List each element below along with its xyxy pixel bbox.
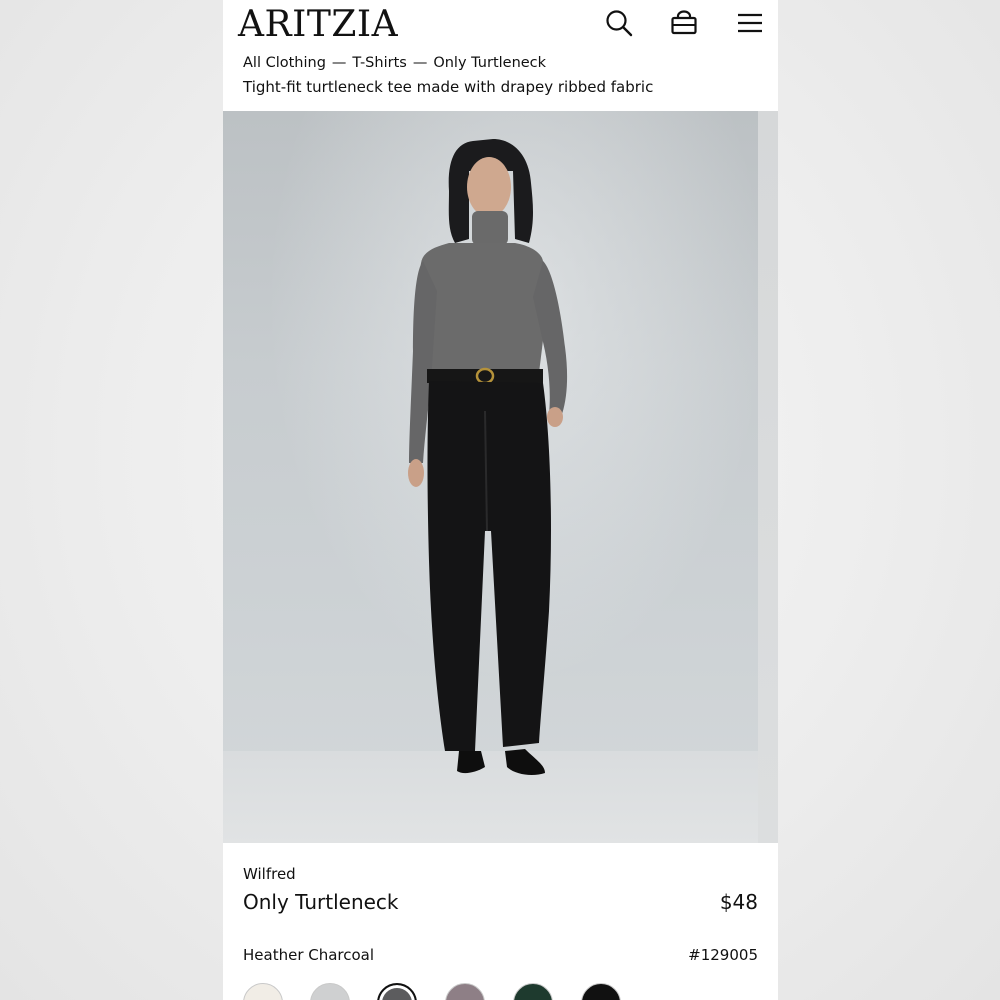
swatch-cream[interactable] (243, 983, 283, 1000)
breadcrumb-only-turtleneck[interactable]: Only Turtleneck (433, 55, 546, 70)
aritzia-logo[interactable]: ARITZIA (238, 3, 398, 47)
breadcrumb-separator: — (331, 55, 347, 70)
breadcrumb-t-shirts[interactable]: T-Shirts (352, 55, 406, 70)
product-brand[interactable]: Wilfred (243, 864, 296, 884)
swatch-dark-green[interactable] (513, 983, 553, 1000)
product-image[interactable] (223, 111, 758, 843)
product-name: Only Turtleneck (243, 890, 399, 914)
selected-color-name: Heather Charcoal (243, 946, 375, 964)
product-sku: #129005 (688, 946, 758, 964)
product-price: $48 (719, 890, 758, 914)
next-image-peek[interactable] (758, 111, 778, 843)
breadcrumb-all-clothing[interactable]: All Clothing (243, 55, 326, 70)
swatch-black[interactable] (581, 983, 621, 1000)
search-icon[interactable] (604, 8, 634, 38)
swatch-mauve[interactable] (445, 983, 485, 1000)
product-description: Tight-fit turtleneck tee made with drape… (243, 78, 654, 96)
product-page: ARITZIA All Clothing — T-Shirts — Only Turtl… (223, 0, 778, 1000)
swatch-heather-charcoal[interactable] (377, 983, 417, 1000)
model-figure (408, 139, 568, 775)
breadcrumb-separator: — (412, 55, 428, 70)
breadcrumb: All Clothing — T-Shirts — Only Turtleneck (243, 52, 546, 70)
bag-icon[interactable] (669, 8, 699, 38)
menu-icon[interactable] (735, 8, 765, 38)
swatch-light-heather-grey[interactable] (310, 983, 350, 1000)
site-header: ARITZIA (223, 0, 778, 50)
